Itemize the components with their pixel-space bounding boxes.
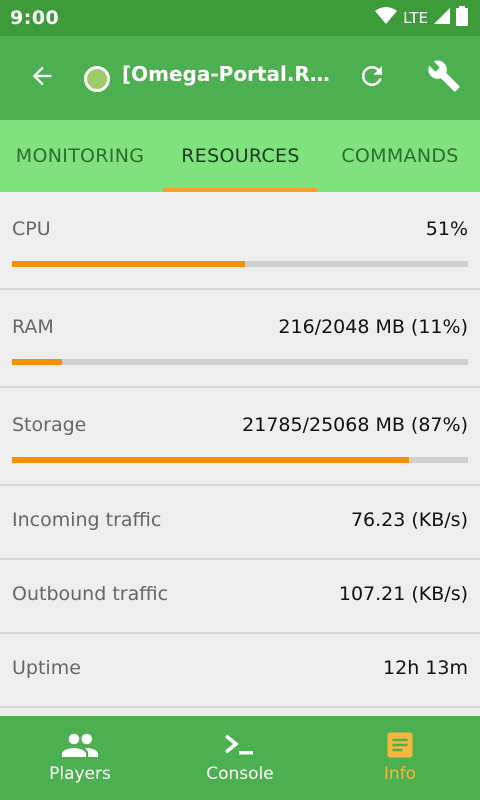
bottom-navigation: Players Console Info	[0, 716, 480, 800]
storage-progress-fill	[12, 457, 409, 463]
storage-progress-track	[12, 457, 468, 463]
people-icon	[62, 730, 98, 760]
wifi-icon	[375, 7, 398, 29]
back-arrow-icon	[28, 62, 56, 94]
back-button[interactable]	[22, 58, 62, 98]
uptime-row: Uptime 12h 13m	[0, 634, 480, 708]
status-bar: 9:00 LTE	[0, 0, 480, 36]
cpu-row: CPU 51%	[0, 192, 480, 290]
ram-progress-fill	[12, 359, 63, 365]
wrench-icon	[427, 59, 461, 97]
outbound-traffic-row: Outbound traffic 107.21 (KB/s)	[0, 560, 480, 634]
terminal-icon	[224, 730, 256, 760]
uptime-label: Uptime	[12, 657, 81, 679]
uptime-value: 12h 13m	[383, 657, 468, 679]
status-icons: LTE	[375, 6, 468, 30]
nav-info-label: Info	[383, 764, 417, 784]
tab-monitoring[interactable]: MONITORING	[0, 120, 160, 192]
ram-label: RAM	[12, 316, 54, 338]
settings-button[interactable]	[422, 58, 466, 98]
outbound-traffic-value: 107.21 (KB/s)	[338, 583, 468, 605]
cpu-value: 51%	[425, 218, 468, 240]
nav-players-label: Players	[49, 764, 111, 784]
ram-row: RAM 216/2048 MB (11%)	[0, 290, 480, 388]
storage-value: 21785/25068 MB (87%)	[242, 414, 468, 436]
ram-progress-track	[12, 359, 468, 365]
notes-icon	[385, 730, 415, 760]
nav-console[interactable]: Console	[160, 716, 320, 800]
incoming-traffic-row: Incoming traffic 76.23 (KB/s)	[0, 486, 480, 560]
cpu-label: CPU	[12, 218, 51, 240]
resources-list: CPU 51% RAM 216/2048 MB (11%) Storage 21…	[0, 192, 480, 708]
ram-value: 216/2048 MB (11%)	[278, 316, 468, 338]
status-time: 9:00	[10, 7, 60, 29]
outbound-traffic-label: Outbound traffic	[12, 583, 169, 605]
server-status-indicator	[84, 66, 110, 92]
tab-commands[interactable]: COMMANDS	[320, 120, 480, 192]
refresh-icon	[357, 61, 387, 95]
nav-info[interactable]: Info	[320, 716, 480, 800]
signal-icon	[434, 8, 450, 28]
incoming-traffic-label: Incoming traffic	[12, 509, 162, 531]
tab-bar: MONITORING RESOURCES COMMANDS	[0, 120, 480, 192]
network-type: LTE	[403, 9, 428, 27]
cpu-progress-fill	[12, 261, 245, 267]
incoming-traffic-value: 76.23 (KB/s)	[350, 509, 468, 531]
nav-players[interactable]: Players	[0, 716, 160, 800]
tab-resources[interactable]: RESOURCES	[163, 120, 318, 192]
refresh-button[interactable]	[352, 58, 392, 98]
app-bar: [Omega-Portal.Ru] C...	[0, 36, 480, 120]
server-title: [Omega-Portal.Ru] C...	[122, 62, 334, 86]
storage-row: Storage 21785/25068 MB (87%)	[0, 388, 480, 486]
nav-console-label: Console	[206, 764, 274, 784]
cpu-progress-track	[12, 261, 468, 267]
battery-icon	[456, 6, 468, 30]
storage-label: Storage	[12, 414, 87, 436]
